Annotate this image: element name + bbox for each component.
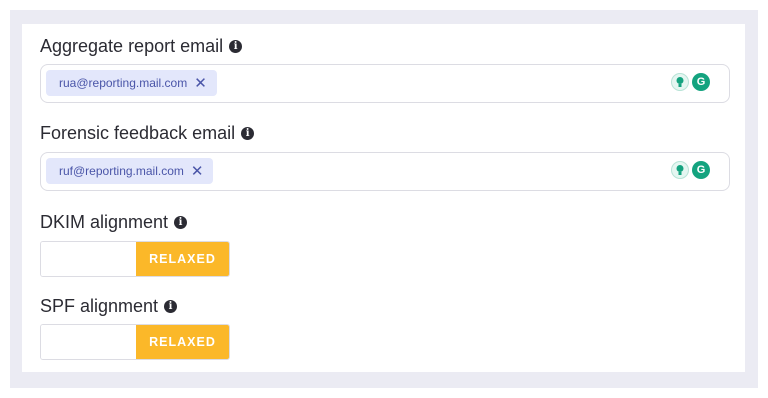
info-icon[interactable]: i: [229, 39, 243, 53]
lightbulb-icon[interactable]: [671, 161, 689, 179]
aggregate-report-email-label: Aggregate report email: [40, 35, 224, 56]
forensic-label-row: Forensic feedback email i: [40, 121, 255, 145]
lightbulb-icon[interactable]: [671, 73, 689, 91]
grammarly-icon[interactable]: G: [692, 161, 710, 179]
grammarly-icon[interactable]: G: [692, 73, 710, 91]
remove-chip-icon[interactable]: ✕: [194, 76, 207, 91]
dkim-strict-option[interactable]: [41, 242, 136, 276]
forensic-feedback-email-field[interactable]: ruf@reporting.mail.com ✕ G: [40, 152, 730, 191]
aggregate-label-row: Aggregate report email i: [40, 34, 243, 58]
info-icon[interactable]: i: [164, 299, 178, 313]
extension-icons: G: [671, 161, 710, 179]
info-icon[interactable]: i: [174, 215, 188, 229]
forensic-feedback-email-label: Forensic feedback email: [40, 122, 236, 143]
spf-strict-option[interactable]: [41, 325, 136, 359]
dkim-alignment-toggle[interactable]: RELAXED: [40, 241, 230, 277]
spf-relaxed-option[interactable]: RELAXED: [136, 325, 229, 359]
spf-label-row: SPF alignment i: [40, 294, 178, 318]
remove-chip-icon[interactable]: ✕: [191, 164, 204, 179]
aggregate-report-email-field[interactable]: rua@reporting.mail.com ✕ G: [40, 64, 730, 103]
extension-icons: G: [671, 73, 710, 91]
email-chip: rua@reporting.mail.com ✕: [46, 70, 217, 96]
email-chip-label: rua@reporting.mail.com: [59, 76, 188, 90]
dkim-alignment-label: DKIM alignment: [40, 211, 169, 232]
dkim-label-row: DKIM alignment i: [40, 210, 188, 234]
spf-alignment-label: SPF alignment: [40, 295, 159, 316]
dkim-relaxed-option[interactable]: RELAXED: [136, 242, 229, 276]
email-chip-label: ruf@reporting.mail.com: [59, 164, 184, 178]
email-chip: ruf@reporting.mail.com ✕: [46, 158, 214, 184]
spf-alignment-toggle[interactable]: RELAXED: [40, 324, 230, 360]
info-icon[interactable]: i: [241, 126, 255, 140]
